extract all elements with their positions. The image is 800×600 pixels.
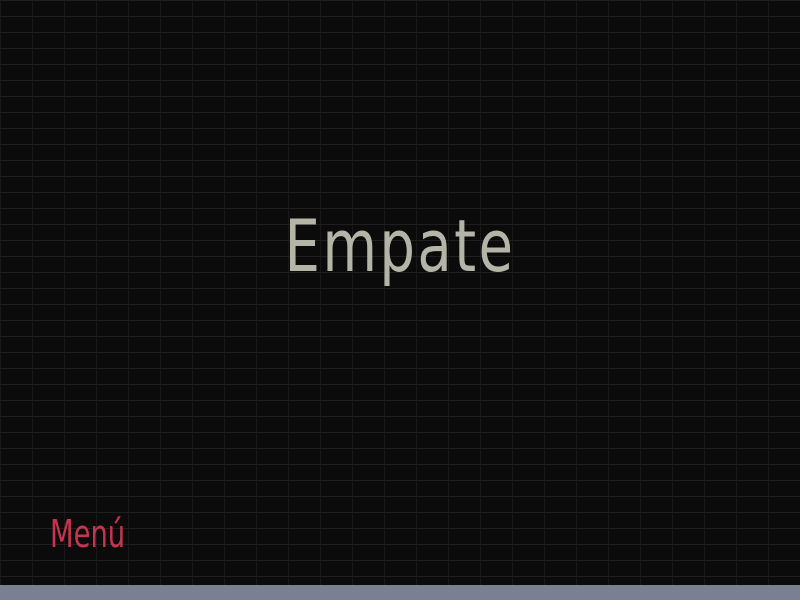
bottom-bar <box>0 585 800 600</box>
result-title: Empate <box>284 204 516 288</box>
brick-wall-background <box>0 0 800 585</box>
menu-button[interactable]: Menú <box>50 515 125 553</box>
game-result-screen: Empate Menú <box>0 0 800 600</box>
